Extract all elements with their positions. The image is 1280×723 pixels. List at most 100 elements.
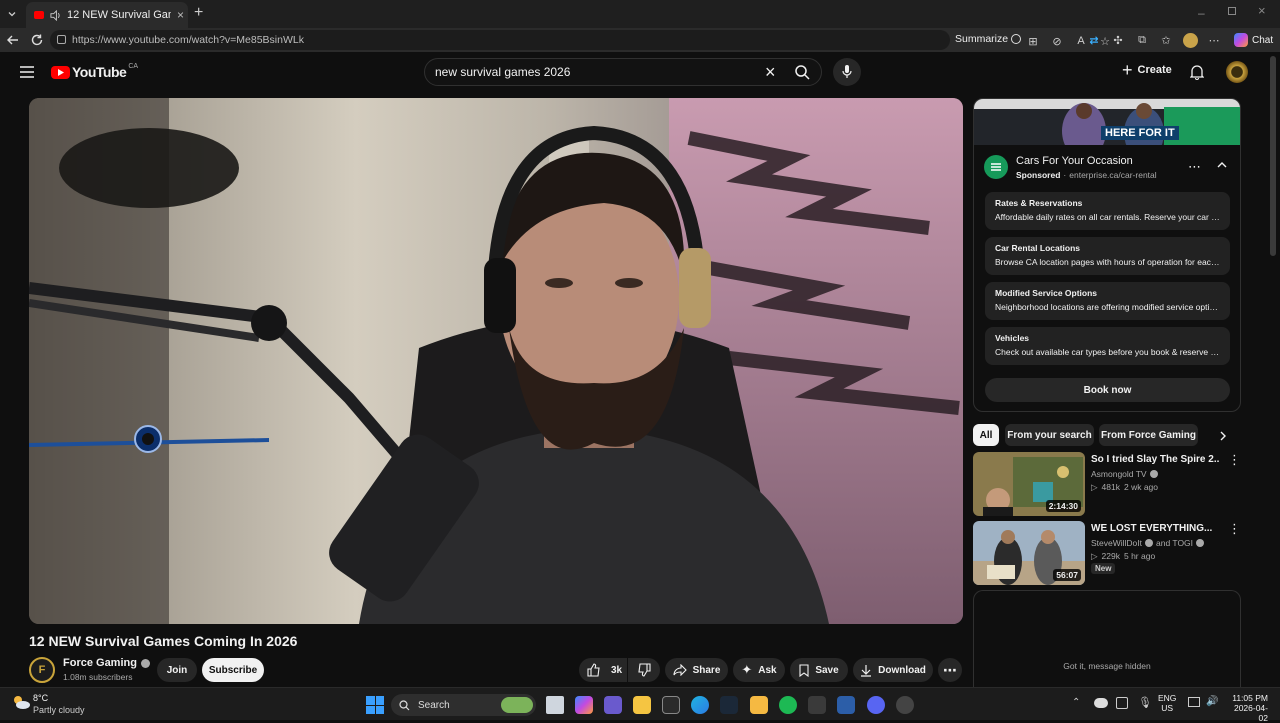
book-now-button[interactable]: Book now: [985, 378, 1230, 402]
notifications-bell-icon[interactable]: [1190, 64, 1204, 80]
hamburger-menu-icon[interactable]: [20, 66, 34, 78]
onedrive-cloud-icon[interactable]: [1094, 698, 1108, 708]
language-indicator[interactable]: ENG US: [1158, 693, 1176, 713]
task-view-icon[interactable]: [546, 696, 564, 714]
copilot-chat-button[interactable]: Chat: [1234, 33, 1273, 47]
channel-avatar[interactable]: F: [29, 657, 55, 683]
window-close-icon[interactable]: ×: [1258, 3, 1266, 18]
extension-icon[interactable]: ⇄: [1086, 32, 1102, 48]
video-menu-icon[interactable]: ⋮: [1228, 521, 1241, 537]
account-avatar[interactable]: [1226, 61, 1248, 83]
app-grid-icon[interactable]: ⊞: [1025, 33, 1041, 49]
browser-toolbar: https://www.youtube.com/watch?v=Me85Bsin…: [0, 28, 1280, 52]
ad-title[interactable]: Cars For Your Occasion: [1016, 155, 1133, 167]
video-title[interactable]: So I tried Slay The Spire 2..: [1091, 454, 1219, 465]
summarize-button[interactable]: Summarize: [955, 33, 1022, 45]
spotify-icon[interactable]: [779, 696, 797, 714]
tab-actions-chevron-icon[interactable]: [4, 6, 20, 22]
copilot-taskbar-icon[interactable]: [575, 696, 593, 714]
channel-name-link[interactable]: Force Gaming: [63, 657, 150, 669]
filter-chip-from-channel[interactable]: From Force Gaming: [1099, 424, 1198, 446]
discord-icon[interactable]: [867, 696, 885, 714]
video-title[interactable]: WE LOST EVERYTHING...: [1091, 523, 1212, 534]
video-channel[interactable]: SteveWillDoIt and TOGI: [1091, 538, 1205, 548]
share-button[interactable]: Share: [665, 658, 728, 682]
search-input[interactable]: new survival games 2026 ×: [424, 58, 822, 86]
filter-chip-all[interactable]: All: [973, 424, 999, 446]
create-label: Create: [1137, 64, 1172, 76]
system-clock[interactable]: 11:05 PM 2026-04-02: [1228, 693, 1268, 723]
taskbar-search-box[interactable]: Search: [391, 694, 536, 716]
app-icon[interactable]: [837, 696, 855, 714]
recommended-video[interactable]: 2:14:30 So I tried Slay The Spire 2.. As…: [973, 452, 1241, 516]
filter-chip-from-search[interactable]: From your search: [1005, 424, 1094, 446]
youtube-logo[interactable]: YouTube CA: [51, 63, 138, 80]
voice-search-mic-icon[interactable]: [833, 58, 861, 86]
ask-button[interactable]: ✦ Ask: [733, 658, 785, 682]
video-player[interactable]: [29, 98, 963, 624]
weather-partly-cloudy-icon[interactable]: [12, 695, 30, 709]
teams-icon[interactable]: [604, 696, 622, 714]
profile-avatar-icon[interactable]: [1182, 32, 1198, 48]
steam-icon[interactable]: [720, 696, 738, 714]
window-minimize-icon[interactable]: –: [1198, 6, 1205, 20]
url-text: https://www.youtube.com/watch?v=Me85Bsin…: [72, 34, 304, 46]
video-duration: 2:14:30: [1045, 500, 1081, 512]
video-menu-icon[interactable]: ⋮: [1228, 452, 1241, 468]
video-thumbnail[interactable]: 56:07: [973, 521, 1085, 585]
download-button[interactable]: Download: [853, 658, 933, 682]
collapse-chevron-icon[interactable]: [1217, 161, 1227, 168]
display-icon[interactable]: [1188, 697, 1200, 707]
browser-tab-active[interactable]: 12 NEW Survival Games Comi ×: [26, 2, 188, 28]
like-button[interactable]: 3k: [579, 658, 627, 682]
ad-sitelink[interactable]: Modified Service Options Neighborhood lo…: [985, 282, 1230, 320]
edge-browser-icon[interactable]: [691, 696, 709, 714]
refresh-icon[interactable]: [30, 33, 44, 47]
tab-close-icon[interactable]: ×: [177, 8, 184, 22]
speaker-icon[interactable]: [50, 9, 61, 21]
ad-sitelink[interactable]: Vehicles Check out available car types b…: [985, 327, 1230, 365]
chips-next-chevron-icon[interactable]: [1220, 431, 1227, 441]
save-button[interactable]: Save: [790, 658, 848, 682]
recommended-video[interactable]: 56:07 WE LOST EVERYTHING... SteveWillDoI…: [973, 521, 1241, 585]
tray-app-icon[interactable]: [1116, 697, 1128, 709]
microphone-icon[interactable]: 🎙: [1138, 696, 1152, 709]
store-icon[interactable]: [662, 696, 680, 714]
favorites-icon[interactable]: ✩: [1158, 32, 1174, 48]
volume-icon[interactable]: 🔊: [1206, 696, 1218, 707]
app-icon[interactable]: [896, 696, 914, 714]
video-stats: ▷ 481k 2 wk ago: [1091, 482, 1158, 493]
dislike-button[interactable]: [628, 658, 660, 682]
video-thumbnail[interactable]: 2:14:30: [973, 452, 1085, 516]
app-icon[interactable]: [808, 696, 826, 714]
advertiser-logo-icon[interactable]: [984, 155, 1008, 179]
create-button[interactable]: + Create: [1122, 61, 1172, 79]
search-icon[interactable]: [795, 65, 810, 80]
address-bar[interactable]: https://www.youtube.com/watch?v=Me85Bsin…: [50, 30, 950, 50]
page-scrollbar[interactable]: [1270, 56, 1276, 256]
app-icon[interactable]: [750, 696, 768, 714]
file-explorer-icon[interactable]: [633, 696, 651, 714]
new-tab-plus-icon[interactable]: +: [194, 5, 203, 21]
extensions-puzzle-icon[interactable]: ✣: [1110, 32, 1126, 48]
ad-domain: enterprise.ca/car-rental: [1069, 170, 1157, 180]
more-actions-icon[interactable]: ⋯: [938, 658, 962, 682]
window-maximize-icon[interactable]: [1228, 7, 1236, 15]
ad-sitelink[interactable]: Car Rental Locations Browse CA location …: [985, 237, 1230, 275]
ad-menu-icon[interactable]: ⋯: [1188, 159, 1201, 175]
more-options-icon[interactable]: ⋯: [1206, 32, 1222, 48]
verified-badge-icon: [1145, 539, 1154, 547]
tray-overflow-chevron-icon[interactable]: ⌃: [1072, 697, 1080, 708]
split-screen-icon[interactable]: ⧉: [1134, 32, 1150, 48]
ad-sitelink[interactable]: Rates & Reservations Affordable daily ra…: [985, 192, 1230, 230]
sponsored-ad-card[interactable]: HERE FOR IT Cars For Your Occasion Spons…: [973, 98, 1241, 412]
site-info-icon[interactable]: [57, 35, 66, 44]
tracking-off-icon[interactable]: ⊘: [1049, 33, 1065, 49]
join-button[interactable]: Join: [157, 658, 197, 682]
video-channel[interactable]: Asmongold TV: [1091, 469, 1158, 479]
subscribe-button[interactable]: Subscribe: [202, 658, 264, 682]
upload-age: 2 wk ago: [1123, 482, 1159, 492]
back-arrow-icon[interactable]: [6, 33, 20, 47]
clear-search-icon[interactable]: ×: [765, 63, 776, 81]
windows-start-icon[interactable]: [366, 696, 384, 714]
